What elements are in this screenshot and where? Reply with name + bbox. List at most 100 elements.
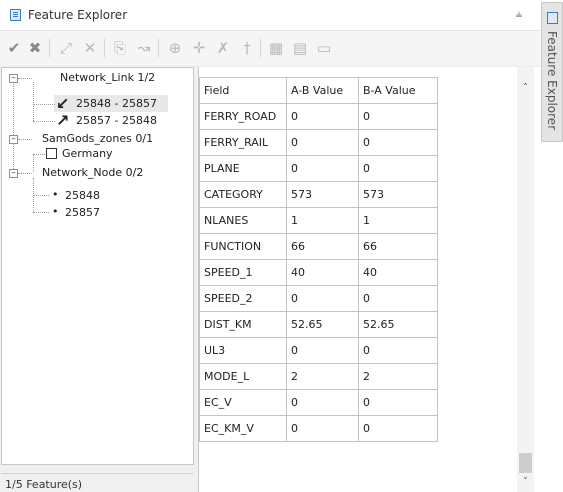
- table-row[interactable]: SPEED_2 0 0: [199, 285, 438, 312]
- ba-value-cell[interactable]: 40: [358, 259, 438, 286]
- scrollbar-thumb[interactable]: [519, 453, 532, 473]
- tree-item-node[interactable]: 25848: [65, 189, 100, 202]
- field-cell: UL3: [199, 337, 287, 364]
- column-header-field[interactable]: Field: [199, 77, 287, 104]
- ab-value-cell[interactable]: 40: [286, 259, 359, 286]
- toolbar-separator: [260, 39, 261, 57]
- add-node-icon[interactable]: ⊕: [165, 38, 185, 58]
- ba-value-cell[interactable]: 2: [358, 363, 438, 390]
- field-cell: SPEED_2: [199, 285, 287, 312]
- ba-value-cell[interactable]: 0: [358, 129, 438, 156]
- scroll-up-icon[interactable]: ˄: [517, 80, 534, 96]
- tree-line: [33, 82, 34, 121]
- tree-item-zone[interactable]: Germany: [62, 147, 113, 160]
- side-tab-label: Feature Explorer: [545, 31, 559, 131]
- toolbar: ✔ ✖ ⤢ ✕ ⎘ ↝ ⊕ ✛ ✗ † ▦ ▤ ▭: [0, 31, 540, 65]
- ab-value-cell[interactable]: 52.65: [286, 311, 359, 338]
- feature-explorer-panel: Feature Explorer ⫨ ✔ ✖ ⤢ ✕ ⎘ ↝ ⊕ ✛ ✗ † ▦…: [0, 0, 541, 492]
- table-row[interactable]: DIST_KM 52.65 52.65: [199, 311, 438, 338]
- tree-line: [33, 195, 49, 196]
- side-tab-feature-explorer[interactable]: Feature Explorer: [541, 2, 563, 142]
- table-row[interactable]: NLANES 1 1: [199, 207, 438, 234]
- ba-value-cell[interactable]: 1: [358, 207, 438, 234]
- ba-value-cell[interactable]: 573: [358, 181, 438, 208]
- ab-value-cell[interactable]: 0: [286, 155, 359, 182]
- tree-item-node[interactable]: 25857: [65, 206, 100, 219]
- move-node-icon[interactable]: ✛: [189, 38, 209, 58]
- feature-explorer-icon: [10, 9, 21, 21]
- tree-line: [18, 139, 32, 140]
- grid-icon[interactable]: ▦: [266, 38, 286, 58]
- delete-node-icon[interactable]: ✗: [213, 38, 233, 58]
- status-bar: 1/5 Feature(s): [1, 473, 194, 492]
- pin-icon[interactable]: ⫨: [512, 7, 526, 21]
- ba-value-cell[interactable]: 0: [358, 337, 438, 364]
- pan-icon[interactable]: ↝: [134, 38, 154, 58]
- toolbar-separator: [158, 39, 159, 57]
- ab-value-cell[interactable]: 66: [286, 233, 359, 260]
- ba-value-cell[interactable]: 0: [358, 415, 438, 442]
- bullet-icon: •: [52, 188, 59, 201]
- ab-value-cell[interactable]: 1: [286, 207, 359, 234]
- ab-value-cell[interactable]: 573: [286, 181, 359, 208]
- ba-value-cell[interactable]: 52.65: [358, 311, 438, 338]
- vertical-scrollbar[interactable]: ˄ ˅: [517, 67, 534, 492]
- feature-explorer-icon: [547, 12, 558, 24]
- field-cell: FUNCTION: [199, 233, 287, 260]
- feature-tree[interactable]: – Network_Link 1/2 ↙ 25848 - 25857 ↗ 258…: [1, 67, 194, 465]
- collapse-icon[interactable]: –: [9, 74, 18, 83]
- ba-value-cell[interactable]: 0: [358, 155, 438, 182]
- folder-icon[interactable]: ▭: [314, 38, 334, 58]
- table-row[interactable]: FUNCTION 66 66: [199, 233, 438, 260]
- checkmark-icon[interactable]: ✔: [4, 38, 24, 58]
- tree-item-link[interactable]: 25857 - 25848: [76, 114, 157, 127]
- copy-icon[interactable]: ⎘: [110, 38, 130, 58]
- table-row[interactable]: PLANE 0 0: [199, 155, 438, 182]
- toolbar-separator: [49, 39, 50, 57]
- ab-value-cell[interactable]: 2: [286, 363, 359, 390]
- ab-value-cell[interactable]: 0: [286, 103, 359, 130]
- ab-value-cell[interactable]: 0: [286, 415, 359, 442]
- collapse-icon[interactable]: –: [9, 169, 18, 178]
- column-header-ab-value[interactable]: A-B Value: [286, 77, 359, 104]
- checkbox-icon[interactable]: [46, 148, 57, 159]
- ba-value-cell[interactable]: 0: [358, 285, 438, 312]
- ab-value-cell[interactable]: 0: [286, 129, 359, 156]
- field-cell: PLANE: [199, 155, 287, 182]
- tree-line: [33, 104, 55, 105]
- split-icon[interactable]: †: [237, 38, 257, 58]
- table-row[interactable]: MODE_L 2 2: [199, 363, 438, 390]
- tree-group-samgods-zones[interactable]: SamGods_zones 0/1: [42, 132, 153, 145]
- tree-line: [33, 212, 49, 213]
- bullet-icon: •: [52, 205, 59, 218]
- close-icon[interactable]: ✕: [80, 38, 100, 58]
- table-row[interactable]: EC_V 0 0: [199, 389, 438, 416]
- ba-value-cell[interactable]: 0: [358, 389, 438, 416]
- table-row[interactable]: CATEGORY 573 573: [199, 181, 438, 208]
- scroll-down-icon[interactable]: ˅: [517, 474, 534, 490]
- tree-group-network-link[interactable]: Network_Link 1/2: [60, 71, 155, 84]
- table-row[interactable]: FERRY_RAIL 0 0: [199, 129, 438, 156]
- table-row[interactable]: FERRY_ROAD 0 0: [199, 103, 438, 130]
- column-header-ba-value[interactable]: B-A Value: [358, 77, 438, 104]
- collapse-icon[interactable]: –: [9, 135, 18, 144]
- tree-item-link[interactable]: 25848 - 25857: [76, 97, 157, 110]
- cancel-icon[interactable]: ✖: [25, 38, 45, 58]
- ab-value-cell[interactable]: 0: [286, 389, 359, 416]
- tree-group-network-node[interactable]: Network_Node 0/2: [42, 166, 143, 179]
- table-row[interactable]: UL3 0 0: [199, 337, 438, 364]
- ba-value-cell[interactable]: 66: [358, 233, 438, 260]
- table-row[interactable]: EC_KM_V 0 0: [199, 415, 438, 442]
- ab-value-cell[interactable]: 0: [286, 285, 359, 312]
- field-cell: EC_KM_V: [199, 415, 287, 442]
- expand-icon[interactable]: ⤢: [56, 38, 76, 58]
- field-cell: EC_V: [199, 389, 287, 416]
- table-row[interactable]: SPEED_1 40 40: [199, 259, 438, 286]
- ba-value-cell[interactable]: 0: [358, 103, 438, 130]
- tree-line: [18, 173, 32, 174]
- table-icon[interactable]: ▤: [290, 38, 310, 58]
- field-cell: DIST_KM: [199, 311, 287, 338]
- attribute-table: Field A-B Value B-A Value FERRY_ROAD 0 0 F…: [199, 77, 438, 442]
- toolbar-separator: [104, 39, 105, 57]
- ab-value-cell[interactable]: 0: [286, 337, 359, 364]
